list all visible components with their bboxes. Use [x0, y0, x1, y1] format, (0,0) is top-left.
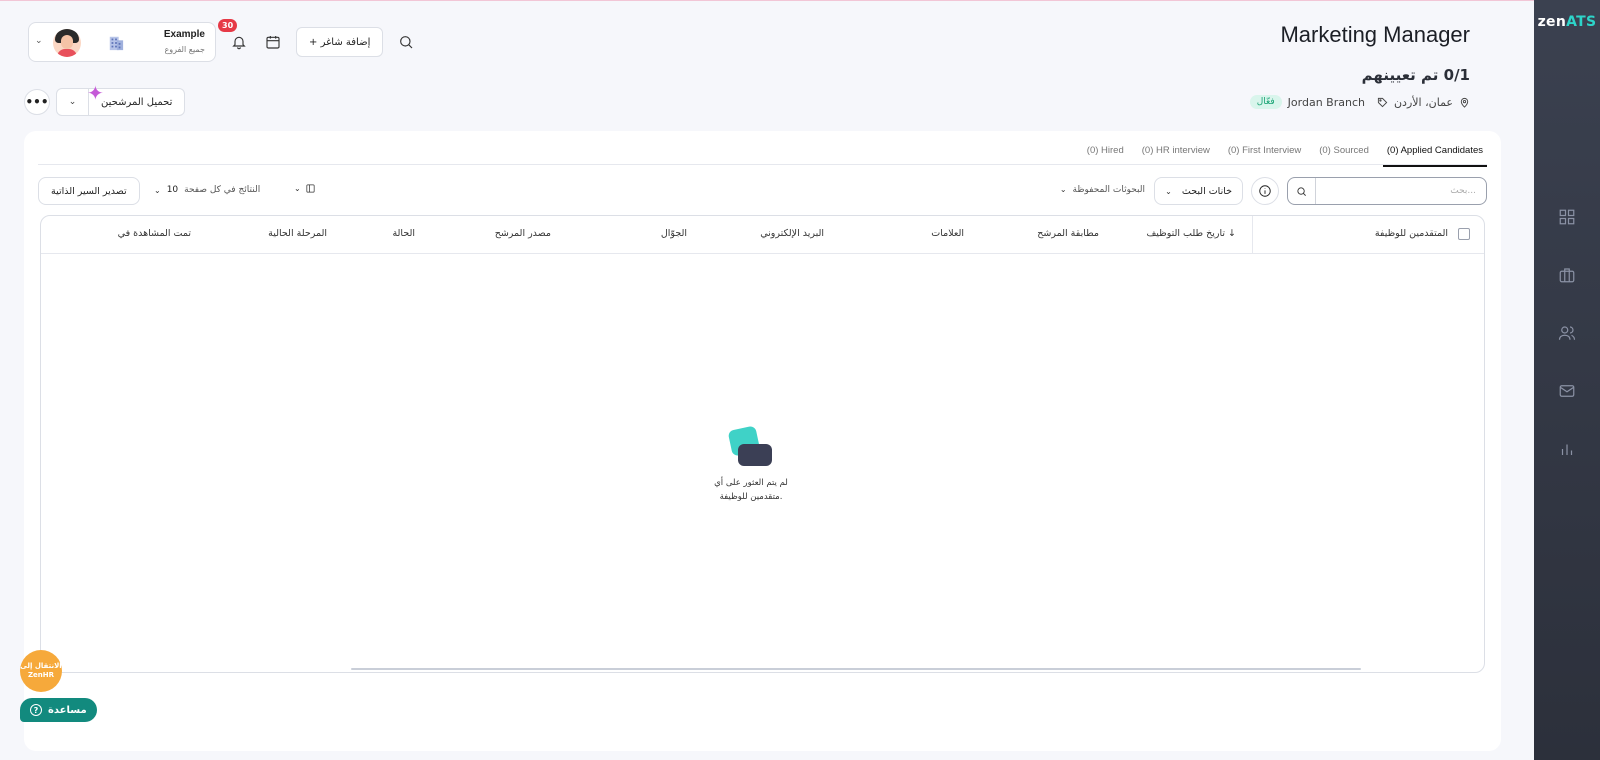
profile-branch: جميع الفروع [164, 45, 205, 54]
header-viewed-at: تمت المشاهدة في [117, 228, 191, 239]
users-icon[interactable] [1557, 323, 1577, 343]
notification-badge: 30 [218, 19, 238, 32]
horizontal-scrollbar[interactable] [351, 668, 1361, 670]
filters-bar: بحث... ⌄ خانات البحث ⌄ البحوثات المحفوظة… [38, 177, 1487, 205]
header-tags: العلامات [931, 228, 964, 239]
chevron-down-icon[interactable]: ⌄ [57, 89, 89, 115]
info-icon [1259, 185, 1271, 197]
briefcase-icon[interactable] [1557, 265, 1577, 285]
empty-state: لم يتم العثور على أي متقدمين للوظيفة. [701, 425, 801, 504]
question-icon: ? [30, 704, 42, 716]
info-button[interactable] [1251, 177, 1279, 205]
table-header: المتقدمين للوظيفة تاريخ طلب التوظيف ↓ مط… [41, 216, 1484, 254]
search-placeholder: بحث... [1450, 186, 1476, 196]
job-location: عمان، الأردن [1393, 95, 1453, 109]
header-email: البريد الإلكتروني [760, 228, 824, 239]
search-icon[interactable] [1288, 178, 1316, 204]
empty-folder-icon [727, 425, 774, 470]
global-search-button[interactable] [395, 31, 417, 53]
columns-toggle[interactable]: ⌄ [294, 183, 316, 194]
chevron-down-icon: ⌄ [1165, 186, 1172, 196]
zenhr-line1: الانتقال إلى [20, 662, 62, 670]
calendar-button[interactable] [262, 31, 284, 53]
search-icon [400, 36, 413, 49]
profile-name: Example [163, 29, 205, 40]
columns-icon [306, 184, 315, 193]
select-all-checkbox[interactable] [1458, 228, 1470, 240]
add-vacancy-button[interactable]: + إضافة شاغر [296, 27, 384, 57]
header-cell-applicants: المتقدمين للوظيفة [1252, 216, 1484, 254]
candidate-actions: ••• ✦ ⌄ تحميل المرشحين [24, 81, 186, 116]
saved-searches-label: البحوثات المحفوظة [1072, 185, 1145, 195]
header-label: المتقدمين للوظيفة [1374, 228, 1448, 239]
building-icon [107, 35, 125, 55]
help-label: مساعدة [48, 704, 87, 716]
header-candidate-match: مطابقة المرشح [1037, 228, 1099, 239]
header-mobile: الجوّال [660, 228, 687, 239]
avatar [53, 29, 81, 57]
status-badge: فعّال [1249, 95, 1282, 109]
ai-sparkle-icon: ✦ [87, 81, 104, 105]
export-cvs-button[interactable]: تصدير السير الذاتية [38, 177, 140, 205]
chevron-down-icon: ⌄ [1059, 185, 1067, 194]
saved-searches-dropdown[interactable]: ⌄ البحوثات المحفوظة [1060, 185, 1145, 195]
chevron-down-icon: ⌄ [35, 36, 43, 46]
empty-message-line1: لم يتم العثور على أي [714, 478, 788, 488]
notifications-button[interactable]: 30 [218, 19, 250, 53]
assigned-count: 0/1 تم تعيينهم [1361, 66, 1470, 84]
candidates-card: (0) Applied Candidates (0) Sourced (0) F… [24, 131, 1501, 751]
per-page-value: 10 [166, 185, 179, 195]
job-title: Marketing Manager [1280, 22, 1470, 47]
reports-icon[interactable] [1557, 439, 1577, 459]
upload-candidates-button[interactable]: ✦ ⌄ تحميل المرشحين [56, 81, 186, 116]
empty-message-line2: متقدمين للوظيفة. [719, 492, 783, 502]
main-sidebar: zenATS [1534, 0, 1600, 760]
tag-icon [1377, 97, 1388, 107]
location-pin-icon [1460, 97, 1469, 108]
chevron-down-icon: ⌄ [294, 184, 301, 193]
dashboard-icon[interactable] [1557, 207, 1577, 227]
job-meta: عمان، الأردن Jordan Branch فعّال [1242, 95, 1470, 109]
candidates-table: المتقدمين للوظيفة تاريخ طلب التوظيف ↓ مط… [40, 215, 1485, 673]
top-accent-line [0, 0, 1600, 1]
go-to-zenhr-button[interactable]: الانتقال إلى ZenHR [20, 650, 62, 692]
job-branch: Jordan Branch [1287, 95, 1365, 109]
chevron-down-icon: ⌄ [154, 185, 161, 195]
search-input[interactable]: بحث... [1287, 177, 1487, 205]
profile-switcher[interactable]: ⌄ Example جميع الفروع [28, 22, 216, 62]
calendar-icon [266, 36, 280, 49]
zenhr-line2: ZenHR [27, 671, 55, 679]
header-status: الحالة [392, 228, 415, 239]
search-fields-dropdown[interactable]: ⌄ خانات البحث [1154, 177, 1243, 205]
per-page-label: النتائج في كل صفحة [184, 185, 261, 195]
header-source: مصدر المرشح [494, 228, 551, 239]
help-button[interactable]: ? مساعدة [20, 698, 97, 722]
top-toolbar: ⌄ Example جميع الفروع 30 + إضافة شاغر [28, 19, 417, 62]
zenats-logo[interactable]: zenATS [1534, 14, 1600, 30]
per-page-select[interactable]: ⌄ 10 النتائج في كل صفحة [154, 185, 260, 195]
search-fields-label: خانات البحث [1181, 185, 1232, 197]
bell-icon [232, 36, 246, 50]
header-current-stage: المرحلة الحالية [268, 228, 327, 239]
header-application-date[interactable]: تاريخ طلب التوظيف ↓ [1146, 228, 1236, 239]
tabs-divider [38, 164, 1487, 165]
mail-icon[interactable] [1557, 381, 1577, 401]
more-options-button[interactable]: ••• [24, 89, 50, 115]
